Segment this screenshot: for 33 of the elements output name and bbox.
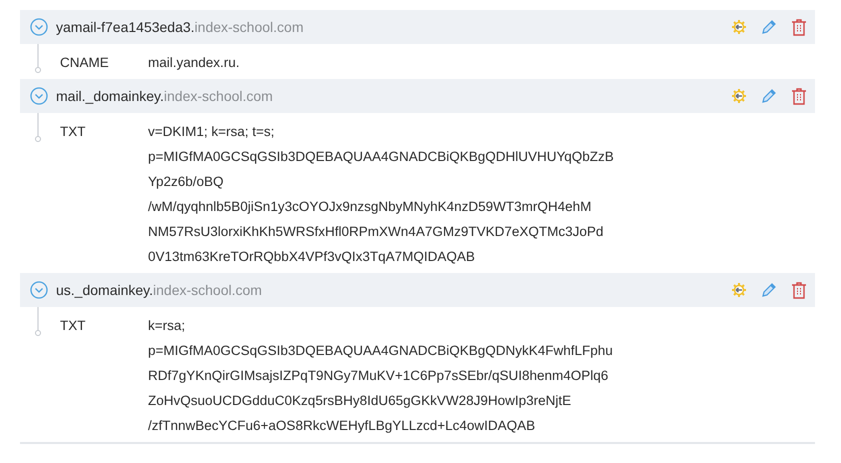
record-type: TXT (60, 317, 86, 335)
trash-icon[interactable] (791, 282, 807, 298)
record-value: 0V13tm63KreTOrRQbbX4VPf3vQIx3TqA7MQIDAQAB (148, 248, 476, 266)
record-name: us._domainkey.index-school.com (56, 282, 263, 298)
collapse-icon[interactable] (30, 281, 48, 299)
trash-icon[interactable] (791, 18, 807, 36)
record-value: mail.yandex.ru. (148, 54, 240, 72)
record-value: p=MIGfMA0GCSqGSIb3DQEBAQUAA4GNADCBiQKBgQDNykK4FwhfLFphu (148, 342, 613, 360)
trash-icon[interactable] (791, 88, 807, 104)
collapse-icon[interactable] (30, 87, 48, 105)
record-type: TXT (60, 123, 86, 141)
record-name: yamail-f7ea1453eda3.index-school.com (56, 19, 304, 35)
record-value: RDf7gYKnQirGIMsajsIZPqT9NGy7MuKV+1C6Pp7sSEbr/qSUI8henm4OPlq6 (148, 367, 610, 385)
gear-arrow-icon[interactable] (731, 88, 747, 104)
pencil-icon[interactable] (761, 88, 777, 104)
record-value: p=MIGfMA0GCSqGSIb3DQEBAQUAA4GNADCBiQKBgQDHlUVHUYqQbZzB (148, 148, 614, 166)
record-value: /zfTnnwBecYCFu6+aOS8RkcWEHyfLBgYLLzcd+Lc4owIDAQAB (148, 417, 536, 435)
record-value: NM57RsU3lorxiKhKh5WRSfxHfl0RPmXWn4A7GMz9TVKD7eXQTMc3JoPd (148, 223, 604, 241)
record-type: CNAME (60, 54, 110, 72)
record-value: v=DKIM1; k=rsa; t=s; (148, 123, 276, 141)
record-value: /wM/qyqhnlb5B0jiSn1y3cOYOJx9nzsgNbyMNyhK4nzD59WT3mrQH4ehM (148, 198, 592, 216)
tree-connector (34, 307, 42, 337)
record-name: mail._domainkey.index-school.com (56, 88, 274, 104)
tree-connector (34, 44, 42, 74)
tree-connector (34, 113, 42, 143)
gear-arrow-icon[interactable] (731, 19, 747, 35)
gear-arrow-icon[interactable] (731, 282, 747, 298)
collapse-icon[interactable] (30, 18, 48, 36)
pencil-icon[interactable] (761, 282, 777, 298)
record-value: Yp2z6b/oBQ (148, 173, 225, 191)
pencil-icon[interactable] (761, 19, 777, 35)
record-value: k=rsa; (148, 317, 186, 335)
record-value: ZoHvQsuoUCDGdduC0Kzq5rsBHy8IdU65gGKkVW28J9HowIp3reNjtE (148, 392, 572, 410)
